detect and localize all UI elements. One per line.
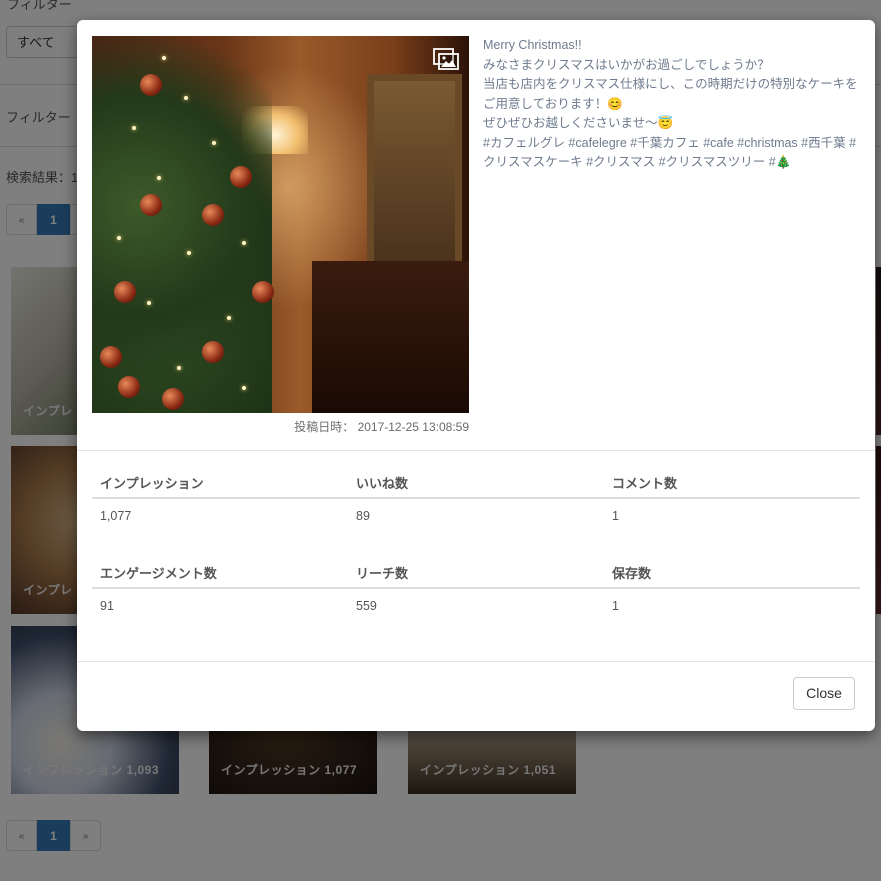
ornament (140, 74, 162, 96)
ornament (202, 204, 224, 226)
stats-header-row: インプレッション いいね数 コメント数 (92, 468, 860, 499)
photo-table (312, 261, 469, 413)
modal-footer-divider (77, 661, 875, 662)
post-caption: Merry Christmas!! みなさまクリスマスはいかがお過ごしでしょうか… (483, 36, 858, 173)
ornament (252, 281, 274, 303)
stat-header-saved: 保存数 (604, 558, 860, 589)
stats-value-row: 1,077 89 1 (92, 498, 860, 532)
gallery-icon (433, 48, 459, 70)
stat-value-engagement: 91 (100, 598, 114, 613)
stats-table-2: エンゲージメント数 リーチ数 保存数 91 559 1 (92, 558, 860, 622)
stats-value-row: 91 559 1 (92, 588, 860, 622)
post-date: 投稿日時： 2017-12-25 13:08:59 (294, 420, 469, 434)
close-button[interactable]: Close (793, 677, 855, 710)
caption-line: #カフェルグレ #cafelegre #千葉カフェ #cafe #christm… (483, 135, 857, 170)
tree-light (242, 241, 246, 245)
stat-value-likes: 89 (356, 508, 370, 523)
photo-mirror (367, 74, 462, 269)
modal-divider (77, 450, 875, 451)
stat-header-comments: コメント数 (604, 468, 860, 499)
tree-light (227, 316, 231, 320)
stats-header-row: エンゲージメント数 リーチ数 保存数 (92, 558, 860, 589)
caption-line: 当店も店内をクリスマス仕様にし、この時期だけの特別なケーキをご用意しております！… (483, 77, 858, 111)
tree-light (157, 176, 161, 180)
stat-value-impressions: 1,077 (100, 508, 132, 523)
stat-value-comments: 1 (612, 508, 619, 523)
tree-light (242, 386, 246, 390)
tree-light (117, 236, 121, 240)
tree-light (162, 56, 166, 60)
ornament (118, 376, 140, 398)
caption-line: みなさまクリスマスはいかがお過ごしでしょうか？ (483, 57, 770, 72)
tree-light (212, 141, 216, 145)
ornament (162, 388, 184, 410)
stat-value-reach: 559 (356, 598, 377, 613)
post-detail-modal: 投稿日時： 2017-12-25 13:08:59 Merry Christma… (77, 20, 875, 731)
tree-light (147, 301, 151, 305)
stat-header-impressions: インプレッション (92, 468, 348, 499)
ornament (100, 346, 122, 368)
stat-header-likes: いいね数 (348, 468, 604, 499)
caption-line: Merry Christmas!! (483, 38, 582, 52)
tree-light (187, 251, 191, 255)
stat-value-saved: 1 (612, 598, 619, 613)
ornament (202, 341, 224, 363)
tree-light (184, 96, 188, 100)
ornament (114, 281, 136, 303)
ornament (140, 194, 162, 216)
stat-header-engagement: エンゲージメント数 (92, 558, 348, 589)
tree-light (177, 366, 181, 370)
caption-line: ぜひぜひお越しくださいませ〜😇 (483, 116, 674, 130)
post-photo (92, 36, 469, 413)
ornament (230, 166, 252, 188)
stat-header-reach: リーチ数 (348, 558, 604, 589)
tree-light (132, 126, 136, 130)
stats-table-1: インプレッション いいね数 コメント数 1,077 89 1 (92, 468, 860, 532)
